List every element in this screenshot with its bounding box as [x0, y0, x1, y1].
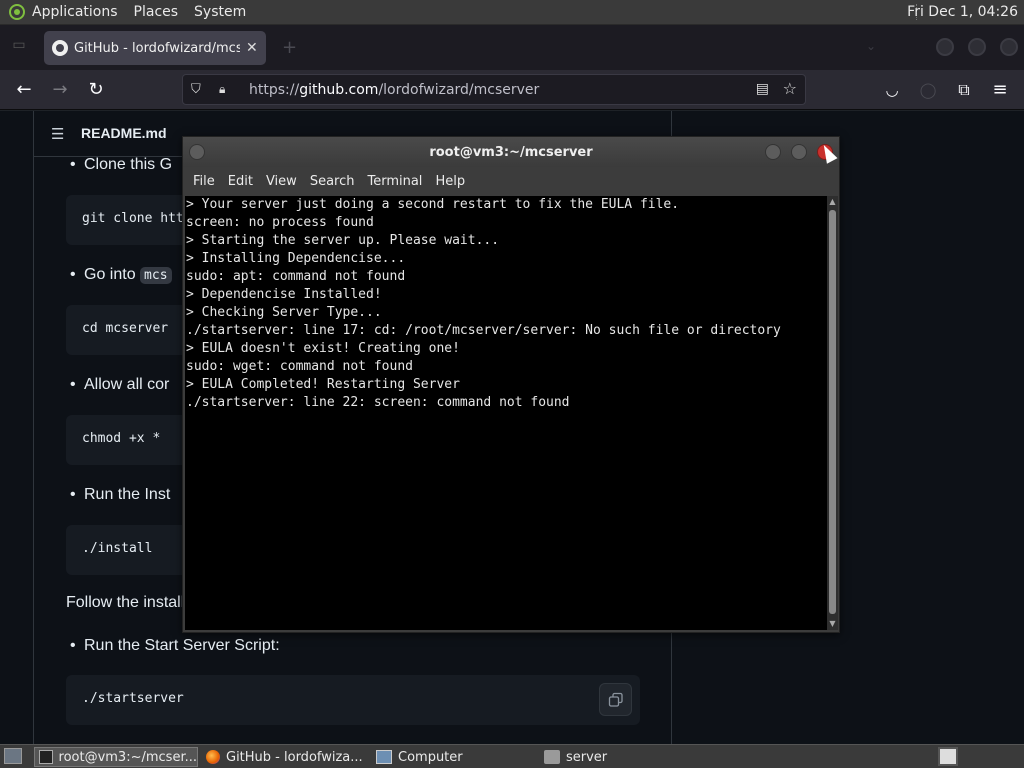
terminal-line: sudo: wget: command not found	[186, 359, 413, 374]
browser-tab-github[interactable]: GitHub - lordofwizard/mcserver ✕	[44, 31, 266, 65]
list-item: Go into mcs	[70, 266, 172, 284]
terminal-line: > Your server just doing a second restar…	[186, 197, 680, 212]
chevron-down-icon[interactable]: ⌄	[866, 39, 876, 53]
copy-icon[interactable]	[599, 683, 632, 716]
code-text: ./startserver	[82, 691, 184, 706]
list-item: Clone this G	[70, 156, 172, 174]
bottom-panel: root@vm3:~/mcser... GitHub - lordofwiza.…	[0, 744, 1024, 768]
code-block: ./startserver	[66, 675, 640, 725]
lock-icon[interactable]: 🔒︎	[219, 82, 235, 97]
forward-icon[interactable]: →	[48, 78, 72, 102]
menu-edit[interactable]: Edit	[228, 174, 253, 189]
computer-icon	[376, 750, 392, 764]
close-window-button[interactable]	[1000, 38, 1018, 56]
terminal-line: ./startserver: line 22: screen: command …	[186, 395, 570, 410]
browser-tab-bar: ▭ GitHub - lordofwizard/mcserver ✕ + ⌄	[0, 25, 1024, 70]
tab-title: GitHub - lordofwizard/mcserver	[74, 40, 240, 56]
places-menu[interactable]: Places	[134, 4, 179, 20]
terminal-line: > Starting the server up. Please wait...	[186, 233, 500, 248]
minimize-window-button[interactable]	[936, 38, 954, 56]
terminal-line: > Installing Dependencise...	[186, 251, 406, 266]
terminal-line: > EULA doesn't exist! Creating one!	[186, 341, 460, 356]
terminal-line: > Dependencise Installed!	[186, 287, 382, 302]
workspace-switcher[interactable]	[938, 747, 958, 766]
taskbar-label: root@vm3:~/mcser...	[58, 749, 197, 765]
tab-overview-icon[interactable]: ▭	[8, 37, 30, 57]
firefox-icon	[206, 750, 220, 764]
taskbar-item-computer[interactable]: Computer	[372, 747, 536, 767]
terminal-scrollbar[interactable]: ▲ ▼	[827, 196, 838, 630]
terminal-menubar: File Edit View Search Terminal Help	[183, 167, 839, 195]
list-item: Run the Inst	[70, 486, 170, 504]
tracking-shield-icon[interactable]: ⛉	[191, 82, 207, 97]
taskbar-item-server-folder[interactable]: server	[540, 747, 704, 767]
new-tab-icon[interactable]: +	[282, 37, 297, 58]
minimize-button[interactable]	[765, 144, 781, 160]
code-text: chmod +x *	[82, 431, 161, 446]
code-text: git clone htt	[82, 211, 184, 226]
account-icon[interactable]: ◯	[916, 78, 940, 102]
reload-icon[interactable]: ↻	[84, 78, 108, 102]
terminal-line: > EULA Completed! Restarting Server	[186, 377, 460, 392]
pocket-icon[interactable]: ◡	[880, 78, 904, 102]
scroll-down-icon[interactable]: ▼	[828, 620, 837, 628]
menu-view[interactable]: View	[266, 174, 297, 189]
distro-logo-icon[interactable]	[6, 1, 28, 23]
taskbar-label: GitHub - lordofwiza...	[226, 749, 363, 765]
applications-menu[interactable]: Applications	[32, 4, 118, 20]
maximize-button[interactable]	[791, 144, 807, 160]
url-text[interactable]: https://github.com/lordofwizard/mcserver	[249, 82, 539, 98]
list-item: Run the Start Server Script:	[70, 637, 280, 655]
menu-help[interactable]: Help	[435, 174, 465, 189]
taskbar-item-terminal[interactable]: root@vm3:~/mcser...	[34, 747, 198, 767]
hamburger-menu-icon[interactable]: ≡	[988, 78, 1012, 102]
terminal-title: root@vm3:~/mcserver	[429, 145, 593, 160]
code-text: cd mcserver	[82, 321, 169, 336]
paragraph: Follow the install	[66, 594, 185, 611]
bookmark-star-icon[interactable]: ☆	[783, 79, 797, 98]
scroll-up-icon[interactable]: ▲	[828, 198, 837, 206]
menu-file[interactable]: File	[193, 174, 215, 189]
extensions-icon[interactable]: ⧉	[952, 78, 976, 102]
terminal-titlebar[interactable]: root@vm3:~/mcserver	[183, 137, 839, 167]
scrollbar-thumb[interactable]	[829, 210, 836, 614]
folder-icon	[544, 750, 560, 764]
outline-list-icon[interactable]: ☰	[51, 125, 64, 143]
top-panel: Applications Places System Fri Dec 1, 04…	[0, 0, 1024, 25]
inline-code: mcs	[140, 267, 172, 284]
taskbar-item-firefox[interactable]: GitHub - lordofwiza...	[202, 747, 368, 767]
readme-title: README.md	[81, 125, 167, 141]
menu-terminal[interactable]: Terminal	[367, 174, 422, 189]
taskbar-label: server	[566, 749, 608, 765]
terminal-output[interactable]: > Your server just doing a second restar…	[185, 196, 828, 630]
terminal-line: ./startserver: line 17: cd: /root/mcserv…	[186, 323, 781, 338]
list-item: Allow all cor	[70, 376, 169, 394]
terminal-line: screen: no process found	[186, 215, 374, 230]
code-text: ./install	[82, 541, 153, 556]
close-tab-icon[interactable]: ✕	[246, 40, 258, 56]
clock[interactable]: Fri Dec 1, 04:26	[907, 4, 1018, 20]
maximize-window-button[interactable]	[968, 38, 986, 56]
back-icon[interactable]: ←	[12, 78, 36, 102]
github-icon	[52, 40, 68, 56]
system-menu[interactable]: System	[194, 4, 246, 20]
terminal-line: sudo: apt: command not found	[186, 269, 406, 284]
taskbar-label: Computer	[398, 749, 463, 765]
terminal-line: > Checking Server Type...	[186, 305, 382, 320]
show-desktop-icon[interactable]	[4, 748, 22, 764]
terminal-icon	[39, 750, 53, 764]
menu-search[interactable]: Search	[310, 174, 355, 189]
url-bar[interactable]: ⛉ 🔒︎ https://github.com/lordofwizard/mcs…	[182, 74, 806, 105]
terminal-window[interactable]: root@vm3:~/mcserver File Edit View Searc…	[182, 136, 840, 633]
browser-nav-bar: ← → ↻ ⛉ 🔒︎ https://github.com/lordofwiza…	[0, 70, 1024, 110]
reader-view-icon[interactable]: ▤	[756, 81, 769, 97]
